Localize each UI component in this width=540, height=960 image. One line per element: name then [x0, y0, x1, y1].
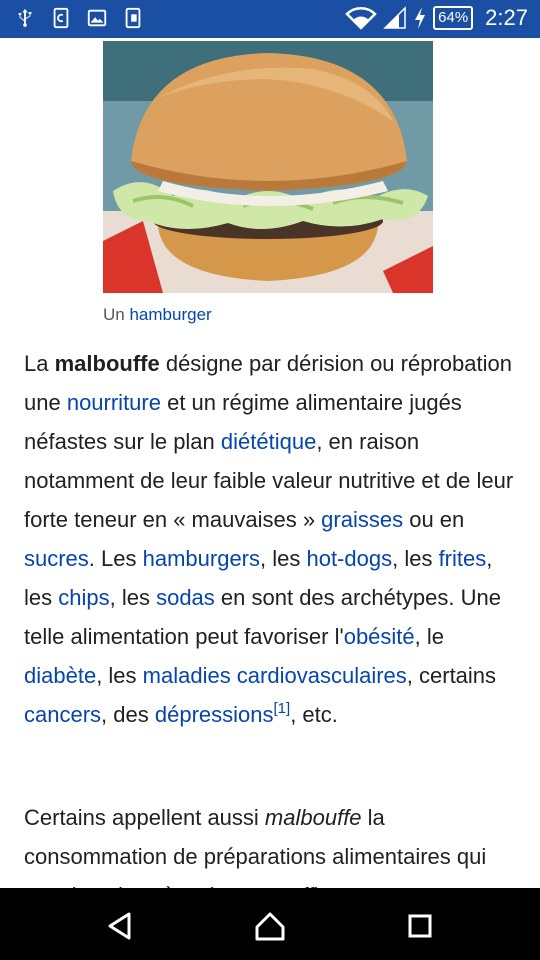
link-obesite[interactable]: obésité	[344, 624, 415, 649]
link-hamburgers[interactable]: hamburgers	[143, 546, 260, 571]
clock: 2:27	[485, 5, 528, 30]
usb-icon	[18, 8, 32, 27]
text: , les	[260, 546, 307, 571]
text: . Les	[88, 546, 143, 571]
app-notification-icon	[53, 7, 69, 29]
home-icon	[255, 912, 285, 941]
figure-caption: Un hamburger	[103, 303, 433, 327]
phone-notification-icon	[125, 7, 141, 29]
navigation-bar	[0, 888, 540, 960]
article-paragraph-2: Certains appellent aussi malbouffe la co…	[24, 798, 524, 888]
battery-level: 64%	[433, 6, 474, 30]
text: , certains	[406, 663, 497, 688]
status-bar: 64% 2:27	[0, 0, 540, 38]
bold-term: malbouffe	[54, 351, 160, 376]
recent-apps-icon	[408, 914, 432, 938]
link-sodas[interactable]: sodas	[156, 585, 215, 610]
image-icon	[87, 9, 107, 27]
hamburger-image[interactable]	[103, 41, 433, 293]
italic-term: malbouffe	[264, 805, 362, 830]
reference-link-1[interactable]: [1]	[274, 700, 291, 717]
link-frites[interactable]: frites	[439, 546, 487, 571]
wifi-icon	[345, 7, 377, 30]
text: , les	[96, 663, 143, 688]
link-sucres[interactable]: sucres	[24, 546, 89, 571]
text: , des	[101, 702, 155, 727]
link-dietetique[interactable]: diététique	[221, 429, 316, 454]
signal-icon	[383, 6, 406, 29]
link-maladies-cardiovasculaires[interactable]: maladies cardiovasculaires	[143, 663, 407, 688]
link-cancers[interactable]: cancers	[24, 702, 101, 727]
link-depressions[interactable]: dépressions	[155, 702, 274, 727]
link-nourriture[interactable]: nourriture	[67, 390, 161, 415]
recent-apps-button[interactable]	[400, 906, 440, 946]
charging-icon	[415, 7, 426, 29]
caption-link-hamburger[interactable]: hamburger	[129, 305, 211, 324]
figure: Un hamburger	[103, 41, 433, 327]
article-content: Un hamburger La malbouffe désigne par dé…	[0, 38, 540, 888]
text: , le	[414, 624, 445, 649]
link-hot-dogs[interactable]: hot-dogs	[306, 546, 392, 571]
text: Certains appellent aussi	[24, 805, 265, 830]
link-chips[interactable]: chips	[58, 585, 109, 610]
back-button[interactable]	[100, 906, 140, 946]
back-icon	[108, 912, 131, 940]
text: , etc.	[290, 702, 338, 727]
home-button[interactable]	[250, 906, 290, 946]
article-paragraph-1: La malbouffe désigne par dérision ou rép…	[24, 344, 524, 734]
text: , les	[109, 585, 157, 610]
text: ou en	[403, 507, 465, 532]
caption-text: Un	[103, 305, 125, 324]
link-graisses[interactable]: graisses	[321, 507, 403, 532]
text: , les	[392, 546, 439, 571]
text: La	[24, 351, 55, 376]
link-diabete[interactable]: diabète	[24, 663, 96, 688]
